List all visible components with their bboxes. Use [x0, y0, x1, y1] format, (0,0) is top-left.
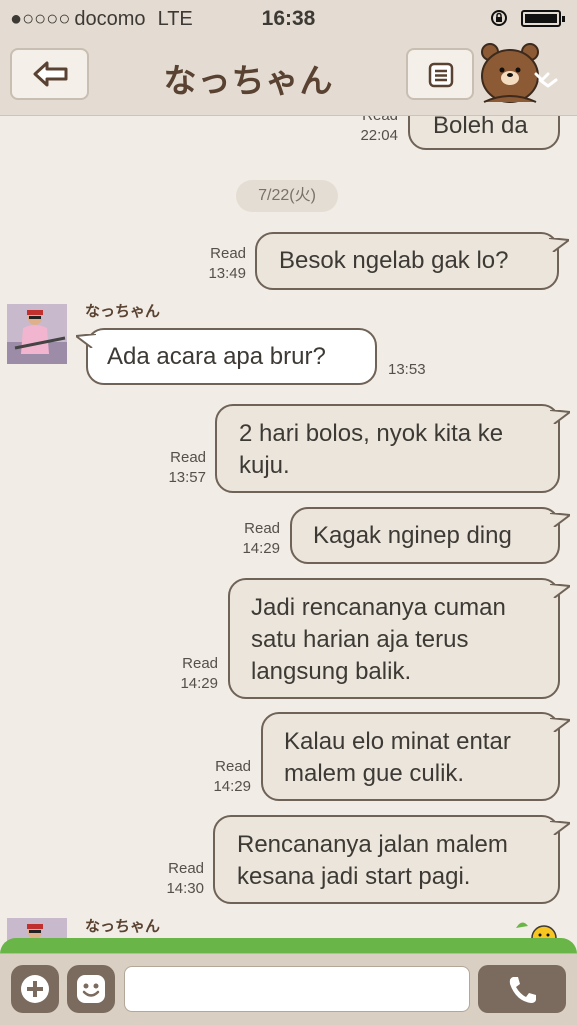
message-line: malem gue culik. — [284, 760, 465, 787]
read-status: Read — [210, 245, 246, 262]
message-list[interactable]: Read 22:04 Boleh da 7/22(火) Read 13:49 B… — [0, 116, 577, 951]
message-line: Kalau elo minat entar — [284, 728, 511, 755]
plus-icon — [21, 975, 49, 1003]
message-time: 22:04 — [360, 127, 398, 144]
bubble-tail — [550, 718, 570, 732]
phone-icon — [509, 977, 536, 1003]
read-status: Read — [182, 655, 218, 672]
bubble-tail — [76, 334, 96, 348]
message-meta: Read 13:49 — [178, 244, 246, 284]
message-bubble[interactable]: Kagak nginep ding — [290, 507, 570, 564]
message-time: 14:29 — [213, 778, 251, 795]
message-bubble[interactable]: Jadi rencananya cuman satu harian aja te… — [228, 578, 570, 699]
back-arrow-icon — [33, 61, 68, 87]
bubble-tail — [549, 238, 569, 252]
sticker-button[interactable] — [67, 965, 115, 1013]
message-text: Kagak nginep ding — [313, 522, 512, 549]
message-line: kuju. — [239, 452, 290, 479]
message-meta: 13:53 — [388, 360, 426, 380]
bubble-tail — [550, 584, 570, 598]
message-time: 14:29 — [242, 540, 280, 557]
brown-bear-icon — [481, 43, 558, 103]
bubble-tail — [550, 513, 570, 527]
message-bubble[interactable]: Kalau elo minat entar malem gue culik. — [261, 712, 570, 801]
message-line: Jadi rencananya cuman — [251, 594, 506, 621]
read-status: Read — [244, 520, 280, 537]
message-bubble[interactable]: Ada acara apa brur? — [76, 328, 377, 385]
message-text: Ada acara apa brur? — [107, 343, 326, 370]
message-text: Besok ngelab gak lo? — [279, 247, 509, 274]
message-bubble[interactable]: Besok ngelab gak lo? — [255, 232, 569, 290]
message-text: Boleh da — [433, 116, 528, 139]
list-icon — [428, 62, 454, 88]
rotation-lock-icon — [491, 10, 507, 26]
message-meta: Read 14:30 — [136, 859, 204, 899]
avatar[interactable] — [7, 304, 67, 364]
nav-bar: なっちゃん — [0, 38, 577, 116]
chat-title: なっちゃん — [163, 62, 334, 99]
message-time: 14:29 — [180, 675, 218, 692]
sender-name: なっちゃん — [85, 303, 161, 320]
message-bubble[interactable]: Rencananya jalan malem kesana jadi start… — [213, 815, 570, 904]
status-bar: ●○○○○ docomo LTE 16:38 — [0, 0, 577, 38]
read-status: Read — [168, 860, 204, 877]
profile-photo-icon — [7, 304, 67, 364]
menu-button[interactable] — [406, 48, 474, 100]
smiley-icon — [77, 975, 105, 1003]
bubble-tail — [550, 821, 570, 835]
message-time: 13:49 — [208, 265, 246, 282]
message-bubble[interactable]: Boleh da — [408, 116, 560, 150]
sender-name: なっちゃん — [85, 918, 161, 935]
message-meta: Read 22:04 — [330, 116, 398, 146]
message-bubble[interactable]: 2 hari bolos, nyok kita ke kuju. — [215, 404, 570, 493]
read-status: Read — [215, 758, 251, 775]
message-time: 14:30 — [166, 880, 204, 897]
message-line: kesana jadi start pagi. — [237, 863, 471, 890]
read-status: Read — [330, 116, 398, 126]
back-button[interactable] — [10, 48, 89, 100]
message-input[interactable] — [124, 966, 470, 1012]
plus-button[interactable] — [11, 965, 59, 1013]
message-meta: Read 13:57 — [138, 448, 206, 488]
bubble-tail — [550, 410, 570, 424]
message-meta: Read 14:29 — [212, 519, 280, 559]
message-time: 13:57 — [168, 469, 206, 486]
input-bar — [0, 953, 577, 1025]
message-meta: Read 14:29 — [183, 757, 251, 797]
battery-icon — [521, 10, 565, 27]
message-line: langsung balik. — [251, 658, 412, 685]
sticker-menu-button[interactable] — [478, 42, 568, 104]
decoration-grass — [0, 938, 577, 954]
message-line: Rencananya jalan malem — [237, 831, 508, 858]
read-status: Read — [170, 449, 206, 466]
date-divider: 7/22(火) — [236, 180, 338, 212]
message-time: 13:53 — [388, 361, 426, 378]
message-line: 2 hari bolos, nyok kita ke — [239, 420, 504, 447]
message-line: satu harian aja terus — [251, 626, 469, 653]
message-meta: Read 14:29 — [150, 654, 218, 694]
call-button[interactable] — [478, 965, 566, 1013]
